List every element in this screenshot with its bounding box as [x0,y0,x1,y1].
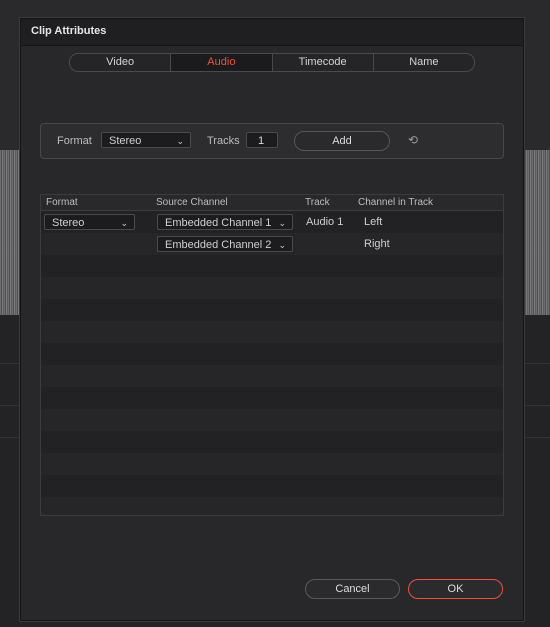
empty-row [41,497,503,515]
tab-video[interactable]: Video [70,54,172,71]
empty-row [41,409,503,431]
track-cell: Audio 1 [306,216,344,228]
ok-button[interactable]: OK [408,579,503,599]
format-select[interactable]: Stereo ⌄ [101,132,191,148]
dialog-title: Clip Attributes [31,25,107,37]
channel-cell: Right [364,238,390,250]
tracks-input[interactable]: 1 [246,132,278,148]
format-select-value: Stereo [109,135,142,147]
chevron-down-icon: ⌄ [278,240,286,250]
reset-icon[interactable]: ⟲ [408,133,418,147]
source-channel-value: Embedded Channel 2 [165,239,272,251]
cancel-button[interactable]: Cancel [305,579,400,599]
empty-row [41,321,503,343]
source-channel-value: Embedded Channel 1 [165,217,272,229]
format-label: Format [57,135,92,147]
add-button[interactable]: Add [294,131,390,151]
empty-row [41,365,503,387]
chevron-down-icon: ⌄ [120,218,128,228]
row-format-value: Stereo [52,217,85,229]
header-format: Format [46,197,78,208]
clip-attributes-dialog: Clip Attributes Video Audio Timecode Nam… [20,18,524,621]
empty-row [41,387,503,409]
source-channel-select[interactable]: Embedded Channel 1 ⌄ [157,214,293,230]
empty-row [41,431,503,453]
tab-name[interactable]: Name [374,54,474,71]
header-channel-in-track: Channel in Track [358,197,434,208]
empty-row [41,475,503,497]
channel-table: Format Source Channel Track Channel in T… [40,194,504,516]
empty-row [41,277,503,299]
chevron-down-icon: ⌄ [278,218,286,228]
table-row: Stereo ⌄ Embedded Channel 1 ⌄ Audio 1 Le… [41,211,503,233]
tab-bar: Video Audio Timecode Name [69,53,475,72]
empty-row [41,255,503,277]
empty-row [41,453,503,475]
dialog-titlebar: Clip Attributes [21,19,523,46]
table-row: Embedded Channel 2 ⌄ Right [41,233,503,255]
table-header: Format Source Channel Track Channel in T… [41,195,503,211]
format-bar: Format Stereo ⌄ Tracks 1 Add ⟲ [40,123,504,159]
header-source-channel: Source Channel [156,197,228,208]
empty-row [41,343,503,365]
source-channel-select[interactable]: Embedded Channel 2 ⌄ [157,236,293,252]
channel-cell: Left [364,216,383,228]
empty-row [41,299,503,321]
tab-audio[interactable]: Audio [171,54,273,71]
row-format-select[interactable]: Stereo ⌄ [44,214,135,230]
header-track: Track [305,197,330,208]
tab-timecode[interactable]: Timecode [273,54,374,71]
tracks-label: Tracks [207,135,240,147]
chevron-down-icon: ⌄ [176,136,184,146]
